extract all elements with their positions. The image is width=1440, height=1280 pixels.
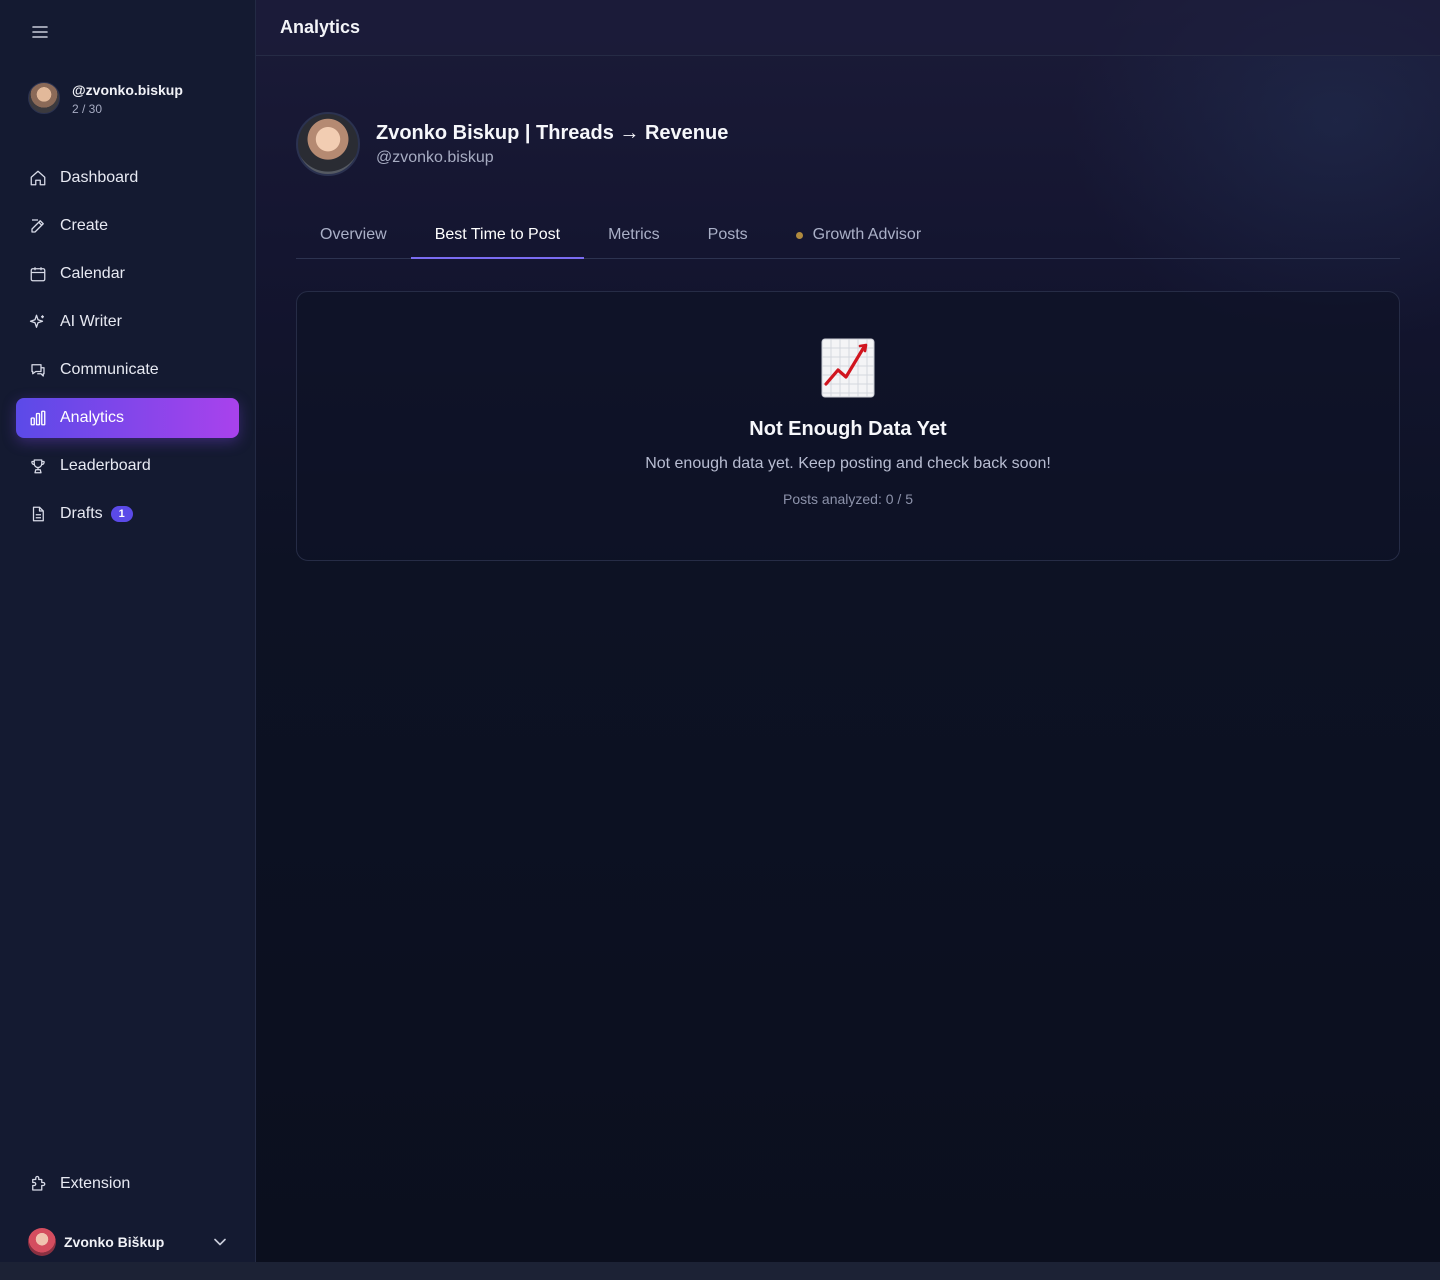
posts-analyzed-count: Posts analyzed: 0 / 5 (783, 491, 913, 507)
sidebar: @zvonko.biskup 2 / 30 Dashboard Create C… (0, 0, 256, 1280)
sidebar-item-label: AI Writer (60, 313, 122, 330)
empty-state-description: Not enough data yet. Keep posting and ch… (645, 455, 1051, 472)
sidebar-item-ai-writer[interactable]: AI Writer (16, 302, 239, 342)
tab-label: Metrics (608, 226, 660, 243)
sparkles-icon (28, 312, 48, 332)
calendar-icon (28, 264, 48, 284)
sidebar-item-label: Create (60, 217, 109, 234)
sidebar-item-dashboard[interactable]: Dashboard (16, 158, 239, 198)
sidebar-item-analytics[interactable]: Analytics (16, 398, 239, 438)
sidebar-item-extension[interactable]: Extension (16, 1164, 239, 1204)
profile-name: Zvonko Biskup | Threads → Revenue (376, 122, 729, 144)
account-count: 2 / 30 (72, 102, 103, 116)
account-switcher[interactable]: @zvonko.biskup 2 / 30 (28, 82, 183, 116)
tab-label: Posts (707, 226, 748, 243)
chevron-down-icon[interactable] (212, 1234, 228, 1250)
sidebar-item-leaderboard[interactable]: Leaderboard (16, 446, 239, 486)
avatar (28, 1228, 56, 1256)
app: @zvonko.biskup 2 / 30 Dashboard Create C… (0, 0, 1440, 1280)
tab-growth-advisor[interactable]: Growth Advisor (772, 212, 945, 258)
account-handle: @zvonko.biskup (72, 82, 183, 98)
sidebar-item-label: Drafts (60, 505, 103, 522)
sidebar-item-drafts[interactable]: Drafts 1 (16, 494, 239, 534)
profile-header: Zvonko Biskup | Threads → Revenue @zvonk… (296, 112, 728, 176)
status-dot (795, 231, 803, 239)
analytics-tabs: Overview Best Time to Post Metrics Posts… (296, 212, 1400, 259)
user-menu[interactable]: Zvonko Biškup (28, 1228, 228, 1256)
main-content: Analytics Zvonko Biskup | Threads → Reve… (256, 0, 1440, 1262)
sidebar-item-label: Analytics (60, 409, 125, 426)
tab-metrics[interactable]: Metrics (584, 212, 684, 258)
sidebar-item-label: Dashboard (60, 169, 139, 186)
tab-label: Best Time to Post (434, 226, 561, 243)
sidebar-nav: Dashboard Create Calendar AI Writer Comm… (16, 158, 239, 542)
tab-label: Overview (320, 226, 387, 243)
tab-best-time-to-post[interactable]: Best Time to Post (410, 212, 585, 259)
top-bar: Analytics (256, 0, 1440, 56)
avatar (296, 112, 360, 176)
hamburger-icon[interactable] (30, 22, 50, 42)
sidebar-item-label: Leaderboard (60, 457, 151, 474)
page-title: Analytics (280, 17, 361, 37)
edit-icon (28, 216, 48, 236)
bottom-strip (0, 1262, 1440, 1280)
sidebar-item-calendar[interactable]: Calendar (16, 254, 239, 294)
sidebar-item-label: Communicate (60, 361, 159, 378)
tab-label: Growth Advisor (812, 226, 922, 243)
document-icon (28, 504, 48, 524)
chart-increasing-icon (821, 338, 875, 398)
sidebar-item-create[interactable]: Create (16, 206, 239, 246)
empty-state-card: Not Enough Data Yet Not enough data yet.… (296, 291, 1400, 561)
profile-handle: @zvonko.biskup (376, 149, 494, 166)
empty-state-title: Not Enough Data Yet (749, 418, 947, 440)
extension-section: Extension (16, 1164, 239, 1212)
sidebar-item-label: Calendar (60, 265, 125, 282)
drafts-count-badge: 1 (110, 506, 133, 522)
trophy-icon (28, 456, 48, 476)
avatar (28, 82, 60, 114)
bar-chart-icon (28, 408, 48, 428)
sidebar-item-label: Extension (60, 1175, 131, 1192)
home-icon (28, 168, 48, 188)
tab-posts[interactable]: Posts (684, 212, 772, 258)
user-name: Zvonko Biškup (64, 1234, 165, 1250)
chat-icon (28, 360, 48, 380)
sidebar-item-communicate[interactable]: Communicate (16, 350, 239, 390)
puzzle-icon (28, 1174, 48, 1194)
tab-overview[interactable]: Overview (296, 212, 411, 258)
